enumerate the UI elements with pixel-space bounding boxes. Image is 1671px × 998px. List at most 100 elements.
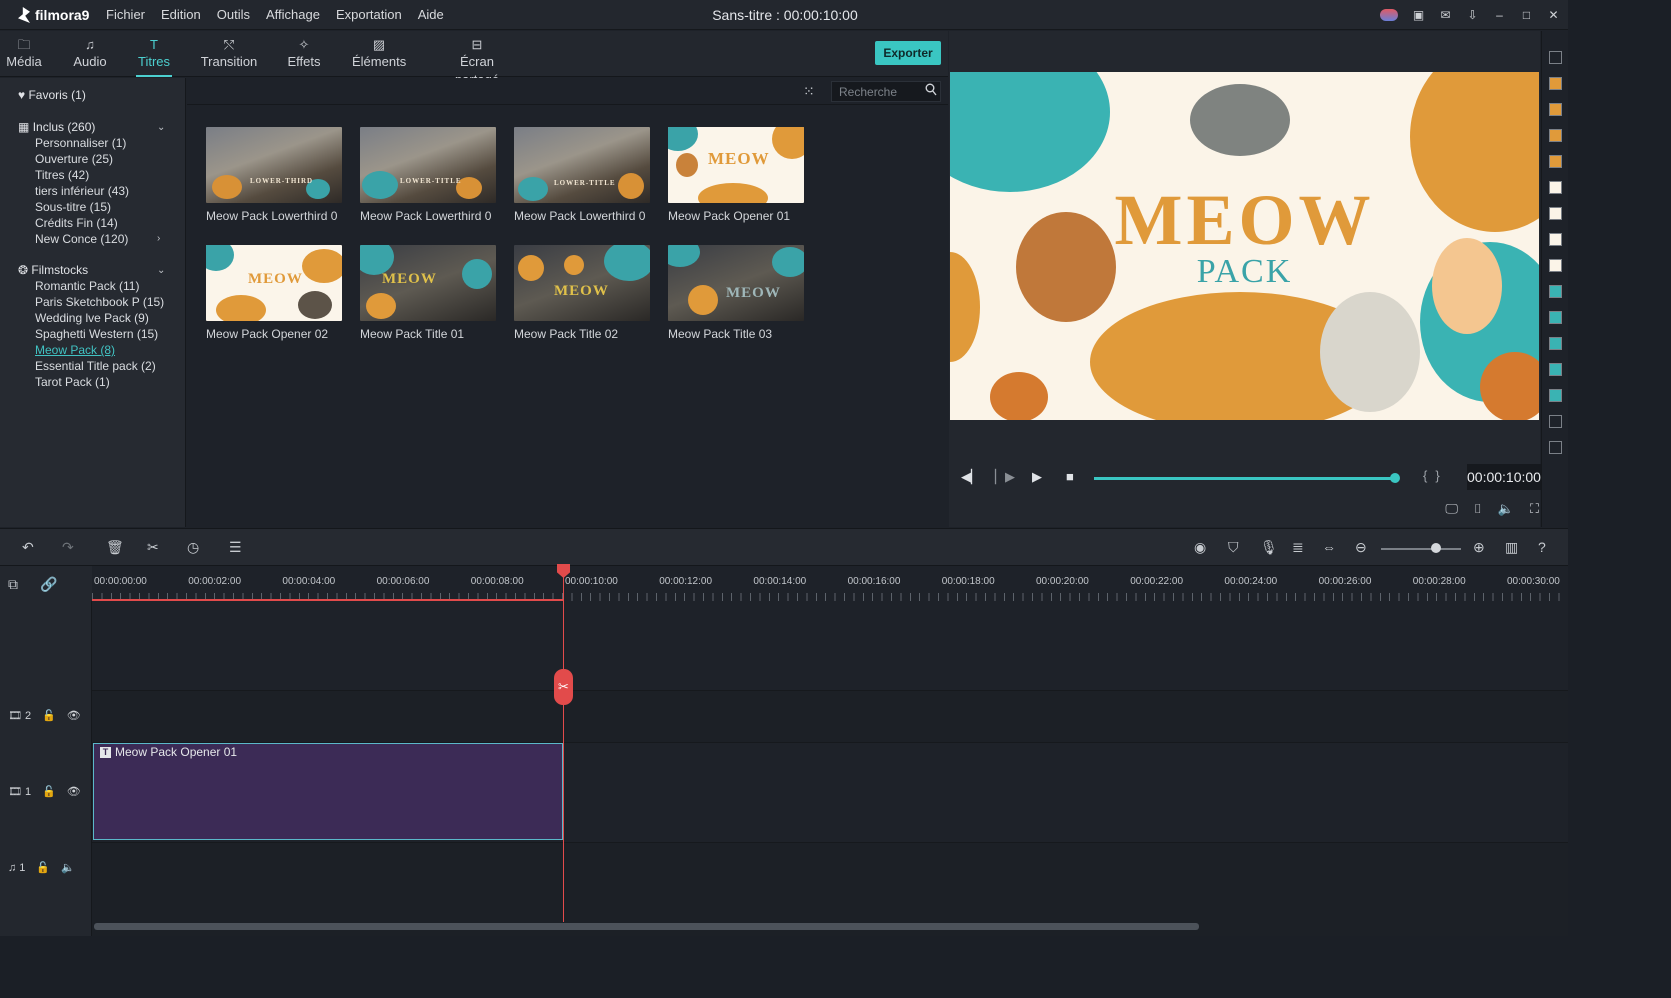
microphone-icon[interactable]: 🎙: [1260, 539, 1278, 556]
lock-icon[interactable]: 🔓: [36, 861, 50, 874]
adjust-icon[interactable]: ☰: [229, 539, 242, 556]
title-item-lowerthird-3[interactable]: LOWER-TITLE Meow Pack Lowerthird 0: [514, 127, 650, 223]
link-icon[interactable]: 🔗: [40, 576, 57, 593]
cut-icon[interactable]: ✂: [147, 539, 159, 556]
sidebar-item-titres[interactable]: Titres (42): [35, 168, 89, 182]
undo-icon[interactable]: ↶: [22, 539, 34, 556]
title-item-title-02[interactable]: MEOW Meow Pack Title 02: [514, 245, 650, 341]
category-favoris[interactable]: ♥ Favoris (1): [18, 88, 86, 102]
audio-mixer-icon[interactable]: ≣: [1292, 539, 1304, 556]
chevron-down-icon[interactable]: ⌄: [157, 265, 165, 276]
sidebar-item-essential-title-pack[interactable]: Essential Title pack (2): [35, 359, 156, 373]
split-scissors-icon[interactable]: ✂: [554, 669, 573, 705]
strip-swatch[interactable]: [1549, 207, 1562, 220]
strip-swatch[interactable]: [1549, 129, 1562, 142]
zoom-out-icon[interactable]: ⊖: [1355, 539, 1367, 556]
menu-fichier[interactable]: Fichier: [98, 0, 153, 30]
strip-swatch[interactable]: [1549, 233, 1562, 246]
minimize-icon[interactable]: –: [1493, 8, 1506, 22]
title-item-opener-02[interactable]: MEOW Meow Pack Opener 02: [206, 245, 342, 341]
progress-handle[interactable]: [1390, 473, 1400, 483]
playback-progress[interactable]: [1094, 477, 1394, 480]
lock-icon[interactable]: 🔓: [42, 785, 56, 798]
close-icon[interactable]: ✕: [1547, 8, 1560, 22]
render-icon[interactable]: ◉: [1194, 539, 1206, 556]
title-item-lowerthird-2[interactable]: LOWER-TITLE Meow Pack Lowerthird 0: [360, 127, 496, 223]
strip-swatch[interactable]: [1549, 337, 1562, 350]
category-filmstocks[interactable]: ❂ Filmstocks: [18, 263, 88, 277]
title-item-title-03[interactable]: MEOW Meow Pack Title 03: [668, 245, 804, 341]
title-item-opener-01[interactable]: MEOW Meow Pack Opener 01: [668, 127, 804, 223]
sidebar-item-personnaliser[interactable]: Personnaliser (1): [35, 136, 126, 150]
sidebar-item-romantic-pack[interactable]: Romantic Pack (11): [35, 279, 139, 293]
tab-titres[interactable]: T Titres: [136, 31, 172, 77]
menu-affichage[interactable]: Affichage: [258, 0, 328, 30]
strip-swatch[interactable]: [1549, 363, 1562, 376]
save-icon[interactable]: ▣: [1412, 8, 1425, 22]
title-clip[interactable]: T Meow Pack Opener 01: [93, 743, 563, 840]
search-icon[interactable]: [925, 83, 937, 97]
menu-edition[interactable]: Edition: [153, 0, 209, 30]
strip-swatch[interactable]: [1549, 51, 1562, 64]
sidebar-item-meow-pack[interactable]: Meow Pack (8): [35, 343, 115, 357]
strip-swatch[interactable]: [1549, 181, 1562, 194]
strip-swatch[interactable]: [1549, 259, 1562, 272]
account-avatar-icon[interactable]: [1380, 9, 1398, 21]
sidebar-item-sous-titre[interactable]: Sous-titre (15): [35, 200, 111, 214]
tab-media[interactable]: 🗀 Média: [4, 31, 44, 77]
layout-icon[interactable]: ▥: [1505, 539, 1518, 556]
zoom-slider[interactable]: [1381, 548, 1461, 550]
speaker-icon[interactable]: 🔈: [61, 861, 75, 874]
audio-track-1[interactable]: [92, 842, 1568, 894]
title-item-lowerthird-1[interactable]: LOWER-THIRD Meow Pack Lowerthird 0: [206, 127, 342, 223]
play-icon[interactable]: ▶: [1032, 469, 1042, 485]
eye-icon[interactable]: 👁: [67, 709, 81, 722]
playhead-line[interactable]: [563, 566, 564, 922]
zoom-slider-handle[interactable]: [1431, 543, 1441, 553]
chevron-down-icon[interactable]: ⌄: [157, 122, 165, 133]
mail-icon[interactable]: ✉: [1439, 8, 1452, 22]
export-button[interactable]: Exporter: [875, 41, 941, 65]
add-track-icon[interactable]: ⧉: [8, 576, 18, 593]
menu-aide[interactable]: Aide: [410, 0, 452, 30]
sidebar-item-paris-sketchbook[interactable]: Paris Sketchbook P (15): [35, 295, 164, 309]
strip-swatch[interactable]: [1549, 389, 1562, 402]
video-track-2[interactable]: [92, 690, 1568, 742]
help-icon[interactable]: ?: [1538, 539, 1546, 555]
tab-ecran-partage[interactable]: ⊟ Écran partagé: [437, 31, 517, 87]
marker-icon[interactable]: ⛉: [1228, 539, 1239, 556]
strip-swatch[interactable]: [1549, 285, 1562, 298]
menu-exportation[interactable]: Exportation: [328, 0, 410, 30]
stop-icon[interactable]: ■: [1066, 469, 1074, 484]
strip-swatch[interactable]: [1549, 415, 1562, 428]
timeline-ruler[interactable]: 00:00:00:00 00:00:02:00 00:00:04:00 00:00:0…: [92, 566, 1568, 601]
title-item-title-01[interactable]: MEOW Meow Pack Title 01: [360, 245, 496, 341]
speed-icon[interactable]: ◷: [187, 539, 199, 556]
lock-icon[interactable]: 🔓: [42, 709, 56, 722]
zoom-in-icon[interactable]: ⊕: [1473, 539, 1485, 556]
sidebar-item-spaghetti-western[interactable]: Spaghetti Western (15): [35, 327, 158, 341]
volume-icon[interactable]: 🔈: [1498, 501, 1514, 517]
sidebar-item-ouverture[interactable]: Ouverture (25): [35, 152, 113, 166]
sidebar-item-tiers-inferieur[interactable]: tiers inférieur (43): [35, 184, 129, 198]
menu-outils[interactable]: Outils: [209, 0, 258, 30]
grid-view-icon[interactable]: ⁙: [803, 83, 815, 100]
fit-timeline-icon[interactable]: ⇔: [1322, 539, 1336, 555]
strip-swatch[interactable]: [1549, 441, 1562, 454]
sidebar-item-wedding-pack[interactable]: Wedding lve Pack (9): [35, 311, 149, 325]
redo-icon[interactable]: ↷: [62, 539, 74, 556]
tab-audio[interactable]: ♫ Audio: [70, 31, 110, 77]
fullscreen-icon[interactable]: ⛶: [1530, 501, 1539, 517]
play-frame-icon[interactable]: ▏▶: [995, 469, 1015, 485]
tab-elements[interactable]: ▨ Éléments: [352, 31, 406, 77]
tab-transition[interactable]: ⤲ Transition: [200, 31, 258, 77]
strip-swatch[interactable]: [1549, 77, 1562, 90]
strip-swatch[interactable]: [1549, 155, 1562, 168]
display-settings-icon[interactable]: 🖵: [1445, 501, 1458, 517]
tab-effets[interactable]: ✧ Effets: [286, 31, 322, 77]
sidebar-item-credits-fin[interactable]: Crédits Fin (14): [35, 216, 118, 230]
strip-swatch[interactable]: [1549, 103, 1562, 116]
maximize-icon[interactable]: □: [1520, 8, 1533, 22]
strip-swatch[interactable]: [1549, 311, 1562, 324]
sidebar-item-new-conce[interactable]: New Conce (120): [35, 232, 128, 246]
